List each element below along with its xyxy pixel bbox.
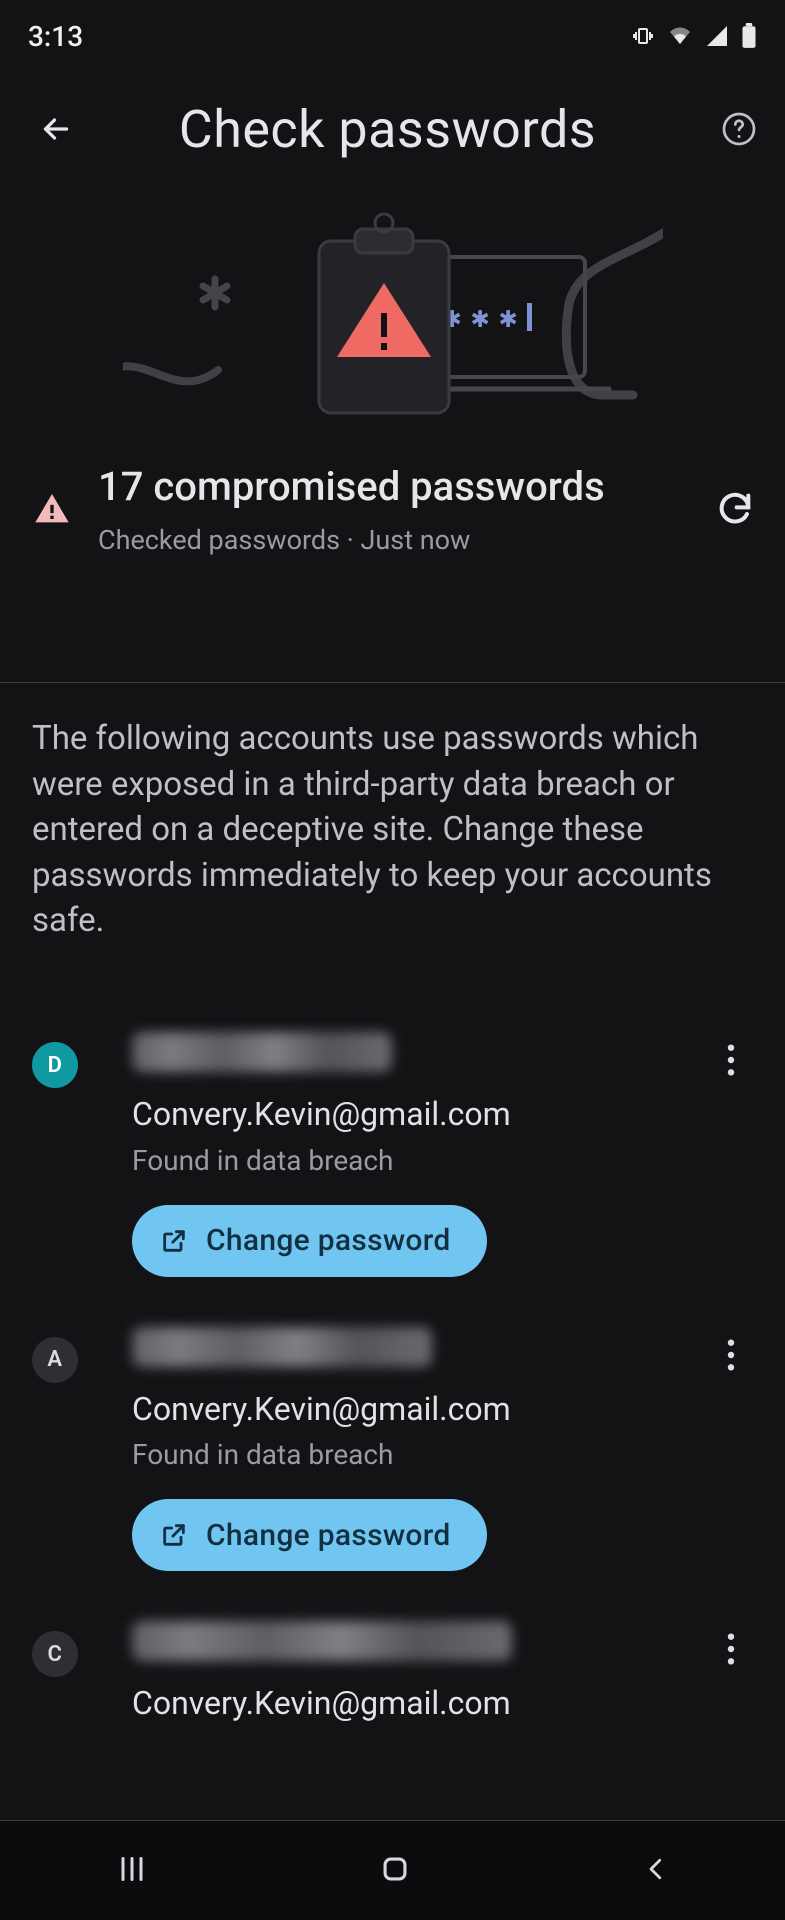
- summary-block: 17 compromised passwords Checked passwor…: [0, 462, 785, 556]
- status-clock: 3:13: [28, 20, 83, 53]
- account-email: Convery.Kevin@gmail.com: [132, 1389, 709, 1431]
- account-item: C Convery.Kevin@gmail.com: [0, 1611, 785, 1765]
- svg-text:✱: ✱: [499, 300, 517, 335]
- more-vert-icon: [727, 1339, 735, 1371]
- home-icon: [378, 1852, 412, 1886]
- help-button[interactable]: [711, 101, 767, 157]
- system-navigation-bar: [0, 1820, 785, 1920]
- summary-subtitle: Checked passwords · Just now: [98, 524, 707, 556]
- site-name-redacted: [132, 1327, 432, 1367]
- recents-icon: [114, 1851, 150, 1887]
- page-title: Check passwords: [64, 99, 711, 160]
- site-avatar: A: [32, 1337, 78, 1383]
- change-password-label: Change password: [206, 1518, 451, 1553]
- account-item: A Convery.Kevin@gmail.com Found in data …: [0, 1317, 785, 1612]
- open-external-icon: [160, 1227, 188, 1255]
- more-options-button[interactable]: [709, 1621, 753, 1677]
- more-vert-icon: [727, 1633, 735, 1665]
- open-external-icon: [160, 1521, 188, 1549]
- battery-icon: [741, 23, 757, 49]
- site-avatar: C: [32, 1631, 78, 1677]
- site-name-redacted: [132, 1621, 512, 1661]
- recents-button[interactable]: [114, 1851, 150, 1891]
- change-password-label: Change password: [206, 1223, 451, 1258]
- status-bar: 3:13: [0, 0, 785, 72]
- more-vert-icon: [727, 1044, 735, 1076]
- more-options-button[interactable]: [709, 1327, 753, 1383]
- summary-title: 17 compromised passwords: [98, 462, 707, 512]
- signal-icon: [705, 24, 729, 48]
- hero-illustration: ✱ ✱ ✱: [0, 200, 785, 430]
- account-item: D Convery.Kevin@gmail.com Found in data …: [0, 1022, 785, 1317]
- nav-back-button[interactable]: [641, 1851, 671, 1891]
- vibrate-icon: [631, 24, 655, 48]
- section-divider: [0, 682, 785, 683]
- warning-icon: [28, 489, 76, 529]
- site-avatar: D: [32, 1042, 78, 1088]
- status-right: [631, 23, 757, 49]
- app-header: Check passwords: [0, 84, 785, 174]
- warning-description: The following accounts use passwords whi…: [32, 716, 753, 944]
- more-options-button[interactable]: [709, 1032, 753, 1088]
- account-status: Found in data breach: [132, 1438, 709, 1471]
- account-email: Convery.Kevin@gmail.com: [132, 1094, 709, 1136]
- account-status: Found in data breach: [132, 1144, 709, 1177]
- change-password-button[interactable]: Change password: [132, 1499, 487, 1571]
- account-email: Convery.Kevin@gmail.com: [132, 1683, 709, 1725]
- site-name-redacted: [132, 1032, 392, 1072]
- svg-text:✱: ✱: [471, 300, 489, 335]
- change-password-button[interactable]: Change password: [132, 1205, 487, 1277]
- refresh-button[interactable]: [707, 481, 763, 537]
- wifi-icon: [667, 24, 693, 48]
- accounts-list: D Convery.Kevin@gmail.com Found in data …: [0, 1022, 785, 1806]
- help-icon: [721, 111, 757, 147]
- nav-back-icon: [641, 1851, 671, 1887]
- home-button[interactable]: [378, 1852, 412, 1890]
- refresh-icon: [715, 489, 755, 529]
